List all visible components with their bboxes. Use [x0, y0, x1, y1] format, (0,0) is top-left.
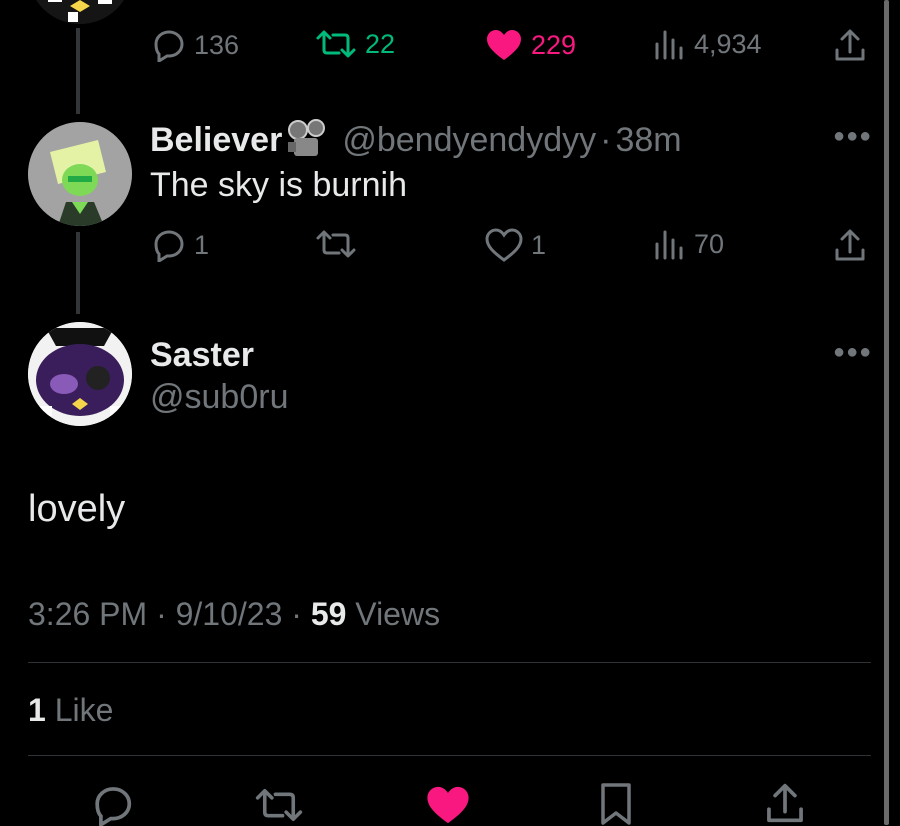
- reply-icon: [95, 787, 132, 826]
- retweet-icon: [316, 230, 356, 258]
- prev-reply-count: 136: [194, 29, 240, 60]
- believer-more-icon[interactable]: ●●●: [833, 125, 872, 148]
- prev-reply-button[interactable]: 136: [150, 28, 239, 62]
- saster-avatar[interactable]: [28, 322, 132, 426]
- believer-views-count: 70: [694, 228, 725, 259]
- prev-like-button[interactable]: 229: [485, 28, 576, 62]
- prev-share-button[interactable]: [834, 28, 866, 62]
- divider-top: [28, 662, 871, 663]
- believer-handle[interactable]: @bendyendydyy: [342, 121, 596, 160]
- believer-retweet-button[interactable]: [315, 228, 365, 260]
- likes-label: Like: [54, 692, 114, 728]
- share-icon: [835, 229, 865, 261]
- thread-line-1: [76, 28, 80, 114]
- believer-views-button[interactable]: 70: [654, 228, 724, 260]
- likes-summary[interactable]: 1 Like: [28, 692, 113, 729]
- believer-share-button[interactable]: [834, 228, 866, 262]
- tweet-metadata: 3:26 PM · 9/10/23 · 59 Views: [28, 596, 440, 633]
- reply-icon: [154, 230, 184, 262]
- believer-reply-count: 1: [194, 229, 210, 260]
- projector-emoji-icon: [284, 118, 326, 162]
- believer-separator: ·: [600, 120, 612, 159]
- believer-timestamp[interactable]: 38m: [615, 121, 681, 160]
- believer-like-button[interactable]: 1: [485, 228, 546, 262]
- retweet-icon: [255, 788, 303, 822]
- prev-views-count: 4,934: [694, 28, 762, 59]
- prev-like-count: 229: [531, 29, 577, 60]
- tweet-time[interactable]: 3:26 PM: [28, 596, 147, 632]
- believer-display-name[interactable]: Believer: [150, 121, 282, 160]
- meta-separator-1: ·: [156, 596, 167, 632]
- believer-avatar[interactable]: [28, 122, 132, 226]
- retweet-icon: [316, 30, 356, 58]
- scrollbar[interactable]: [884, 0, 889, 825]
- main-share-button[interactable]: [765, 782, 805, 824]
- believer-tweet-text: The sky is burnih: [150, 166, 407, 204]
- share-icon: [835, 29, 865, 61]
- meta-separator-2: ·: [291, 596, 302, 632]
- main-reply-button[interactable]: [89, 784, 135, 826]
- like-filled-icon: [427, 786, 469, 824]
- main-bookmark-button[interactable]: [598, 782, 634, 826]
- main-tweet-text: lovely: [28, 488, 126, 530]
- views-icon: [655, 30, 683, 60]
- saster-display-name[interactable]: Saster: [150, 336, 254, 375]
- main-retweet-button[interactable]: [254, 786, 304, 824]
- divider-bottom: [28, 755, 871, 756]
- reply-icon: [154, 30, 184, 62]
- believer-header: Believer @bendyendydyy · 38m: [150, 118, 682, 162]
- prev-retweet-count: 22: [365, 28, 396, 59]
- views-count: 59: [310, 596, 347, 632]
- believer-reply-button[interactable]: 1: [150, 228, 209, 262]
- likes-count: 1: [28, 692, 46, 728]
- thread-line-2: [76, 232, 80, 314]
- prev-tweet-avatar[interactable]: [28, 0, 132, 24]
- saster-more-icon[interactable]: ●●●: [833, 341, 872, 364]
- saster-handle[interactable]: @sub0ru: [150, 378, 288, 417]
- prev-retweet-button[interactable]: 22: [315, 28, 395, 60]
- views-icon: [655, 230, 683, 260]
- like-filled-icon: [487, 30, 521, 60]
- like-icon: [485, 228, 523, 262]
- bookmark-icon: [601, 783, 631, 825]
- main-like-button[interactable]: [425, 784, 471, 826]
- prev-views-button[interactable]: 4,934: [654, 28, 762, 60]
- believer-like-count: 1: [531, 229, 547, 260]
- tweet-date[interactable]: 9/10/23: [176, 596, 283, 632]
- views-label: Views: [355, 596, 441, 632]
- share-icon: [767, 783, 803, 823]
